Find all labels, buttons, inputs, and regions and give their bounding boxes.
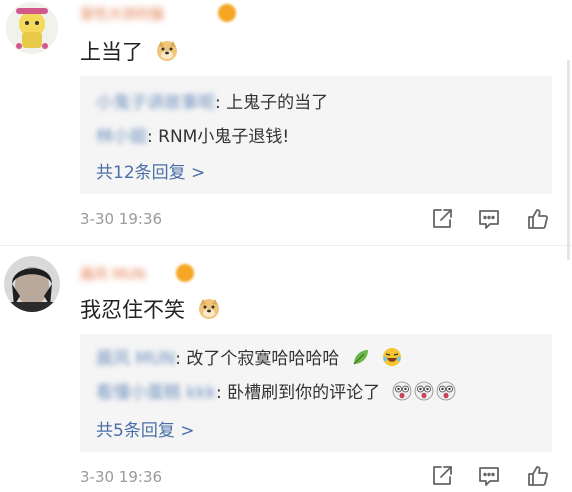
reply-text: RNM小鬼子退钱! xyxy=(158,127,290,147)
comment-icon[interactable] xyxy=(477,464,501,488)
doge-emoji-icon xyxy=(198,298,220,325)
more-replies-link[interactable]: 共12条回复 > xyxy=(96,158,205,183)
shocked-emoji-icon xyxy=(436,381,456,406)
laugh-cry-emoji-icon xyxy=(382,347,402,372)
reply-text: 上鬼子的当了 xyxy=(226,93,329,113)
reply-username[interactable]: 看懂小蛋糕 kkk xyxy=(96,383,216,403)
comment-item: 晨风 MUN 我忍住不笑 晨风 MUN: 改了个寂寞哈哈哈哈 看懂小蛋糕 kkk… xyxy=(0,250,572,492)
more-replies-link[interactable]: 共5条回复 > xyxy=(96,416,194,441)
like-icon[interactable] xyxy=(526,207,550,231)
comment-text: 我忍住不笑 xyxy=(80,294,220,325)
reply-item[interactable]: 林小姐: RNM小鬼子退钱! xyxy=(96,122,289,147)
divider xyxy=(0,245,572,246)
avatar[interactable] xyxy=(4,256,60,312)
reply-item[interactable]: 看懂小蛋糕 kkk: 卧槽刷到你的评论了 xyxy=(96,378,456,406)
like-icon[interactable] xyxy=(526,464,550,488)
scrollbar[interactable] xyxy=(567,60,570,260)
timestamp: 3-30 19:36 xyxy=(80,468,163,486)
reply-username[interactable]: 小鬼子讲故事呢 xyxy=(96,93,215,113)
shocked-emoji-icon xyxy=(392,381,412,406)
timestamp: 3-30 19:36 xyxy=(80,210,163,228)
username[interactable]: 爱吃大饼的猫 xyxy=(80,4,164,24)
reply-username[interactable]: 林小姐 xyxy=(96,127,147,147)
reply-text: 卧槽刷到你的评论了 xyxy=(227,383,381,403)
username[interactable]: 晨风 MUN xyxy=(80,264,145,284)
replies-box[interactable]: 小鬼子讲故事呢: 上鬼子的当了 林小姐: RNM小鬼子退钱! 共12条回复 > xyxy=(80,76,552,194)
comment-item: 爱吃大饼的猫 上当了 小鬼子讲故事呢: 上鬼子的当了 林小姐: RNM小鬼子退钱… xyxy=(0,0,572,240)
reply-username[interactable]: 晨风 MUN xyxy=(96,349,175,369)
vip-badge-icon xyxy=(218,4,236,22)
comment-icon[interactable] xyxy=(477,207,501,231)
share-icon[interactable] xyxy=(430,207,454,231)
avatar[interactable] xyxy=(6,2,58,54)
shocked-emoji-icon xyxy=(414,381,434,406)
doge-emoji-icon xyxy=(156,40,178,67)
leaf-emoji-icon xyxy=(351,347,371,372)
vip-badge-icon xyxy=(176,264,194,282)
reply-text: 改了个寂寞哈哈哈哈 xyxy=(186,349,340,369)
reply-item[interactable]: 晨风 MUN: 改了个寂寞哈哈哈哈 xyxy=(96,344,402,372)
comment-text: 上当了 xyxy=(80,36,178,67)
reply-item[interactable]: 小鬼子讲故事呢: 上鬼子的当了 xyxy=(96,88,328,113)
replies-box[interactable]: 晨风 MUN: 改了个寂寞哈哈哈哈 看懂小蛋糕 kkk: 卧槽刷到你的评论了 共… xyxy=(80,334,552,452)
share-icon[interactable] xyxy=(430,464,454,488)
